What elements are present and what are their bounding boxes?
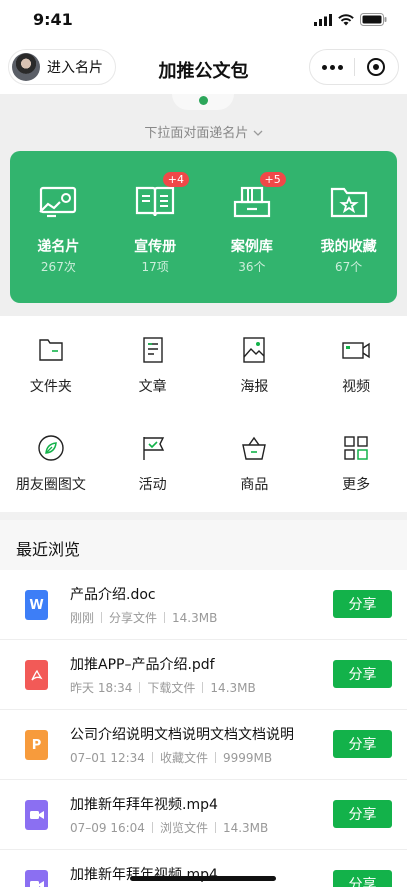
pulldown-hint[interactable]: 下拉面对面递名片: [0, 122, 407, 141]
share-button[interactable]: 分享: [333, 800, 392, 828]
recent-heading: 最近浏览: [16, 540, 81, 559]
grid-label: 商品: [240, 477, 269, 493]
basket-icon: [242, 436, 267, 460]
battery-icon: [360, 13, 387, 26]
card-count: 267次: [40, 260, 76, 274]
grid-item-video[interactable]: 视频: [305, 316, 407, 414]
grid-label: 更多: [342, 477, 371, 493]
list-item[interactable]: 加推新年拜年视频.mp4 07–09 16:04 浏览文件 14.3MB 分享: [0, 780, 407, 850]
card-label: 我的收藏: [320, 239, 377, 255]
card-count: 67个: [334, 260, 363, 274]
home-indicator: [130, 876, 276, 881]
more-menu-icon[interactable]: [310, 64, 354, 70]
qr-code-icon: [172, 94, 234, 110]
grid-label: 海报: [240, 379, 269, 395]
new-badge: +4: [162, 172, 189, 187]
content-type-grid: 文件夹 文章 海报 视频 朋友圈图文 活动 商品 更多: [0, 316, 407, 512]
card-count: 36个: [238, 260, 266, 274]
video-file-icon: [25, 800, 48, 830]
list-item[interactable]: 加推APP–产品介绍.pdf 昨天 18:34 下载文件 14.3MB 分享: [0, 640, 407, 710]
grid-item-moments[interactable]: 朋友圈图文: [0, 414, 102, 512]
close-miniprogram-icon[interactable]: [367, 58, 385, 76]
grid-label: 文章: [138, 379, 167, 395]
list-item[interactable]: P 公司介绍说明文档说明文档文档说明 07–01 12:34 收藏文件 9999MB…: [0, 710, 407, 780]
list-item[interactable]: 加推新年拜年视频.mp4 分享: [0, 850, 407, 887]
card-item-favorites[interactable]: 我的收藏 67个: [300, 151, 397, 303]
grid-label: 文件夹: [29, 379, 72, 395]
nav-bar: 进入名片 加推公文包: [0, 44, 407, 94]
share-button[interactable]: 分享: [333, 590, 392, 618]
card-label: 递名片: [37, 239, 80, 255]
miniprogram-capsule: [309, 49, 399, 85]
article-icon: [142, 337, 163, 363]
grid-item-poster[interactable]: 海报: [204, 316, 306, 414]
share-button[interactable]: 分享: [333, 660, 392, 688]
share-button[interactable]: 分享: [333, 870, 392, 887]
status-icons: [314, 13, 387, 26]
card-label: 宣传册: [134, 239, 177, 255]
grid-label: 视频: [342, 379, 371, 395]
quick-actions-card: 递名片 267次 +4 宣传册 17项 +5 案例库 36个 我的收藏 67个: [10, 151, 397, 303]
grid-item-folder[interactable]: 文件夹: [0, 316, 102, 414]
video-icon: [342, 342, 370, 359]
video-file-icon: [25, 870, 48, 887]
card-count: 17项: [141, 260, 169, 274]
file-name: 加推新年拜年视频.mp4: [70, 867, 218, 883]
card-item-case-library[interactable]: +5 案例库 36个: [204, 151, 301, 303]
file-name: 加推APP–产品介绍.pdf: [70, 657, 215, 673]
book-icon: [136, 186, 175, 217]
file-meta: 07–01 12:34 收藏文件 9999MB: [70, 751, 273, 765]
pdf-file-icon: [25, 660, 48, 690]
word-file-icon: W: [25, 590, 48, 620]
chevron-down-icon: [253, 130, 263, 136]
wifi-icon: [338, 13, 354, 25]
favorites-folder-icon: [330, 187, 367, 218]
grid-label: 活动: [138, 477, 167, 493]
grid-item-goods[interactable]: 商品: [204, 414, 306, 512]
file-meta: 07–09 16:04 浏览文件 14.3MB: [70, 821, 269, 835]
signal-icon: [314, 13, 332, 26]
case-library-icon: [233, 186, 270, 218]
grid-item-article[interactable]: 文章: [102, 316, 204, 414]
section-divider: [0, 512, 407, 520]
folder-icon: [39, 339, 63, 361]
share-button[interactable]: 分享: [333, 730, 392, 758]
more-grid-icon: [344, 436, 368, 460]
file-name: 公司介绍说明文档说明文档文档说明: [70, 727, 294, 743]
flag-icon: [142, 437, 164, 460]
file-meta: 刚刚 分享文件 14.3MB: [70, 611, 218, 625]
grid-item-more[interactable]: 更多: [305, 414, 407, 512]
moments-icon: [38, 435, 64, 461]
pulldown-label: 下拉面对面递名片: [144, 126, 249, 141]
grid-label: 朋友圈图文: [15, 477, 86, 493]
namecard-icon: [39, 186, 77, 218]
new-badge: +5: [259, 172, 286, 187]
card-label: 案例库: [230, 239, 273, 255]
status-bar: 9:41: [0, 0, 407, 44]
recent-file-list: W 产品介绍.doc 刚刚 分享文件 14.3MB 分享 加推APP–产品介绍.pd…: [0, 570, 407, 887]
file-name: 产品介绍.doc: [70, 587, 156, 603]
app-page: 9:41 进入名片 加推公文包 下拉面对面递名片 递名片 267次 +4 宣传册…: [0, 0, 407, 887]
poster-icon: [243, 337, 266, 363]
card-item-send-card[interactable]: 递名片 267次: [10, 151, 107, 303]
ppt-file-icon: P: [25, 730, 48, 760]
grid-item-activity[interactable]: 活动: [102, 414, 204, 512]
status-time: 9:41: [33, 10, 73, 29]
card-item-brochure[interactable]: +4 宣传册 17项: [107, 151, 204, 303]
file-name: 加推新年拜年视频.mp4: [70, 797, 218, 813]
capsule-divider: [354, 58, 355, 76]
list-item[interactable]: W 产品介绍.doc 刚刚 分享文件 14.3MB 分享: [0, 570, 407, 640]
file-meta: 昨天 18:34 下载文件 14.3MB: [70, 681, 256, 695]
